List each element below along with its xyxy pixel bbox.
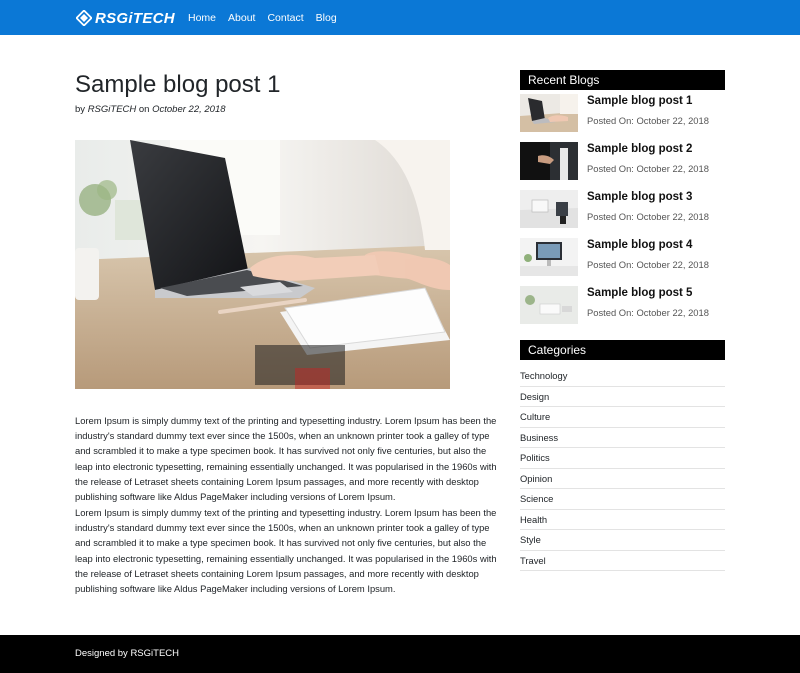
recent-post-5-date: Posted On: October 22, 2018: [587, 307, 709, 318]
post-paragraph-1: Lorem Ipsum is simply dummy text of the …: [75, 415, 497, 503]
category-culture[interactable]: Culture: [520, 407, 725, 428]
recent-post-2-date: Posted On: October 22, 2018: [587, 163, 709, 174]
post-meta-by: by: [75, 104, 86, 115]
recent-post-3[interactable]: Sample blog post 3 Posted On: October 22…: [520, 190, 725, 230]
post-author: RSGiTECH: [87, 104, 137, 115]
category-politics[interactable]: Politics: [520, 448, 725, 469]
post-meta: by RSGiTECH on October 22, 2018: [75, 104, 226, 115]
recent-post-5[interactable]: Sample blog post 5 Posted On: October 22…: [520, 286, 725, 326]
category-design[interactable]: Design: [520, 387, 725, 407]
category-science[interactable]: Science: [520, 489, 725, 510]
recent-post-2[interactable]: Sample blog post 2 Posted On: October 22…: [520, 142, 725, 182]
recent-post-4-title[interactable]: Sample blog post 4: [587, 239, 692, 251]
category-style[interactable]: Style: [520, 530, 725, 551]
main-nav: Home About Contact Blog: [188, 0, 337, 35]
post-hero-image: [75, 140, 450, 389]
top-navbar: RSGiTECH Home About Contact Blog: [0, 0, 800, 35]
post-paragraph-2: Lorem Ipsum is simply dummy text of the …: [75, 507, 497, 595]
recent-blogs-heading: Recent Blogs: [520, 70, 725, 90]
recent-post-2-title[interactable]: Sample blog post 2: [587, 143, 692, 155]
brand-diamond-icon: [76, 10, 92, 26]
recent-post-1-title[interactable]: Sample blog post 1: [587, 95, 692, 107]
recent-post-4-date: Posted On: October 22, 2018: [587, 259, 709, 270]
category-technology[interactable]: Technology: [520, 366, 725, 387]
recent-post-1[interactable]: Sample blog post 1 Posted On: October 22…: [520, 94, 725, 134]
brand-text: RSGiTECH: [95, 9, 175, 27]
recent-post-3-title[interactable]: Sample blog post 3: [587, 191, 692, 203]
recent-post-5-thumbnail: [520, 286, 578, 324]
brand-logo[interactable]: RSGiTECH: [76, 9, 175, 27]
categories-heading: Categories: [520, 340, 725, 360]
category-health[interactable]: Health: [520, 510, 725, 530]
recent-post-3-thumbnail: [520, 190, 578, 228]
recent-post-5-title[interactable]: Sample blog post 5: [587, 287, 692, 299]
footer-credit: Designed by RSGiTECH: [75, 648, 180, 659]
post-meta-on: on: [138, 104, 150, 115]
nav-link-about[interactable]: About: [228, 12, 255, 24]
post-date: October 22, 2018: [152, 104, 226, 115]
recent-post-1-thumbnail: [520, 94, 578, 132]
page-footer: Designed by RSGiTECH: [0, 635, 800, 673]
recent-post-4[interactable]: Sample blog post 4 Posted On: October 22…: [520, 238, 725, 278]
recent-post-2-thumbnail: [520, 142, 578, 180]
post-title: Sample blog post 1: [75, 71, 281, 98]
category-opinion[interactable]: Opinion: [520, 469, 725, 489]
category-business[interactable]: Business: [520, 428, 725, 448]
recent-post-4-thumbnail: [520, 238, 578, 276]
nav-link-contact[interactable]: Contact: [267, 12, 303, 24]
nav-link-home[interactable]: Home: [188, 12, 216, 24]
recent-post-3-date: Posted On: October 22, 2018: [587, 211, 709, 222]
categories-list: Technology Design Culture Business Polit…: [520, 366, 725, 571]
nav-link-blog[interactable]: Blog: [316, 12, 337, 24]
recent-post-1-date: Posted On: October 22, 2018: [587, 115, 709, 126]
category-travel[interactable]: Travel: [520, 551, 725, 571]
